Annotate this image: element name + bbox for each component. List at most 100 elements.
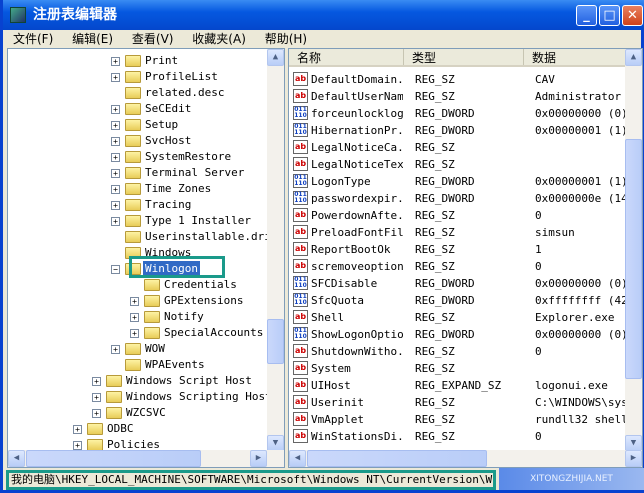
value-row[interactable]: 011110HibernationPr... REG_DWORD 0x0000000… — [289, 122, 627, 139]
collapse-icon[interactable]: − — [111, 265, 120, 274]
tree-node[interactable]: + Print — [8, 53, 268, 69]
value-data: C:\WINDOWS\system32\userinit.exe, — [535, 396, 627, 409]
value-type: REG_EXPAND_SZ — [415, 379, 502, 392]
menu-view[interactable]: 查看(V) — [132, 32, 174, 46]
scroll-left-arrow-icon[interactable]: ◀ — [8, 450, 25, 467]
value-row[interactable]: abPowerdownAfte... REG_SZ 0 — [289, 207, 627, 224]
value-row[interactable]: abWinStationsDi... REG_SZ 0 — [289, 428, 627, 445]
value-name: LegalNoticeText — [311, 158, 403, 171]
expand-icon[interactable]: + — [111, 121, 120, 130]
tree-node[interactable]: + Time Zones — [8, 181, 268, 197]
list-horizontal-scrollbar[interactable]: ◀ ▶ — [289, 450, 642, 467]
value-row[interactable]: ab DefaultUserName REG_SZ Administrator — [289, 88, 627, 105]
column-name-header[interactable]: 名称 — [289, 49, 404, 65]
expand-icon[interactable]: + — [111, 137, 120, 146]
tree-node[interactable]: + GPExtensions — [8, 293, 268, 309]
close-button[interactable]: ✕ — [622, 5, 643, 26]
value-row[interactable]: ab Shell REG_SZ Explorer.exe — [289, 309, 627, 326]
expand-icon[interactable]: + — [92, 409, 101, 418]
expand-icon[interactable]: + — [111, 217, 120, 226]
menu-file[interactable]: 文件(F) — [13, 32, 53, 46]
value-row[interactable]: 011110ShowLogonOptions REG_DWORD 0x0000000… — [289, 326, 627, 343]
scroll-thumb[interactable] — [267, 319, 284, 364]
value-row[interactable]: abDefaultDomain... REG_SZ CAV — [289, 71, 627, 88]
minimize-button[interactable]: _ — [576, 5, 597, 26]
tree-node[interactable]: + Windows Script Host — [8, 373, 268, 389]
scroll-up-arrow-icon[interactable]: ▲ — [267, 49, 284, 66]
value-name: WinStationsDi... — [311, 430, 403, 443]
expand-icon[interactable]: + — [111, 201, 120, 210]
value-row[interactable]: ab LegalNoticeText REG_SZ — [289, 156, 627, 173]
tree-node[interactable]: + Windows Scripting Host — [8, 389, 272, 405]
value-row[interactable]: abUserinit REG_SZ C:\WINDOWS\system32\user… — [289, 394, 627, 411]
regedit-icon — [10, 7, 26, 23]
value-row[interactable]: abVmApplet REG_SZ rundll32 shell32,Control… — [289, 411, 627, 428]
expand-icon[interactable]: + — [111, 57, 120, 66]
tree-node[interactable]: + SystemRestore — [8, 149, 268, 165]
value-row[interactable]: ab PreloadFontFile REG_SZ simsun — [289, 224, 627, 241]
scroll-thumb[interactable] — [26, 450, 201, 467]
tree-node[interactable]: related.desc — [8, 85, 268, 101]
tree-node-label: Terminal Server — [145, 166, 245, 179]
value-row[interactable]: ab UIHost REG_EXPAND_SZ logonui.exe — [289, 377, 627, 394]
tree-node[interactable]: + WOW — [8, 341, 268, 357]
tree-node[interactable]: Credentials — [8, 277, 268, 293]
value-row[interactable]: 011110forceunlocklogon REG_DWORD 0x0000000… — [289, 105, 627, 122]
tree-node[interactable]: + ProfileList — [8, 69, 268, 85]
value-row[interactable]: ab ReportBootOk REG_SZ 1 — [289, 241, 627, 258]
expand-icon[interactable]: + — [130, 297, 139, 306]
expand-icon[interactable]: + — [111, 105, 120, 114]
expand-icon[interactable]: + — [111, 169, 120, 178]
folder-icon — [144, 327, 160, 339]
value-row[interactable]: ab System REG_SZ — [289, 360, 627, 377]
menu-favorites[interactable]: 收藏夹(A) — [192, 32, 246, 46]
expand-icon[interactable]: + — [92, 377, 101, 386]
tree-horizontal-scrollbar[interactable]: ◀ ▶ — [8, 450, 284, 467]
scroll-right-arrow-icon[interactable]: ▶ — [625, 450, 642, 467]
folder-icon — [125, 71, 141, 83]
string-value-icon: ab — [293, 378, 308, 392]
scroll-right-arrow-icon[interactable]: ▶ — [250, 450, 267, 467]
tree-node[interactable]: + Terminal Server — [8, 165, 268, 181]
expand-icon[interactable]: + — [111, 345, 120, 354]
expand-icon[interactable]: + — [111, 153, 120, 162]
tree-node[interactable]: + SvcHost — [8, 133, 268, 149]
binary-value-icon: 011 110 — [293, 123, 308, 137]
expand-icon[interactable]: + — [73, 441, 82, 450]
menu-edit[interactable]: 编辑(E) — [72, 32, 113, 46]
tree-node[interactable]: + SeCEdit — [8, 101, 268, 117]
value-row[interactable]: 011110SfcQuota REG_DWORD 0xffffffff (42949… — [289, 292, 627, 309]
value-row[interactable]: abShutdownWitho... REG_SZ 0 — [289, 343, 627, 360]
value-row[interactable]: 011 110 LogonType REG_DWORD 0x00000001 (1) — [289, 173, 627, 190]
expand-icon[interactable]: + — [73, 425, 82, 434]
scroll-thumb[interactable] — [307, 450, 487, 467]
value-row[interactable]: ab scremoveoption REG_SZ 0 — [289, 258, 627, 275]
tree-node[interactable]: + SpecialAccounts — [8, 325, 268, 341]
tree-node[interactable]: WPAEvents — [8, 357, 268, 373]
tree-node[interactable]: + Setup — [8, 117, 268, 133]
value-row[interactable]: 011 110 SFCDisable REG_DWORD 0x00000000 (0) — [289, 275, 627, 292]
tree-vertical-scrollbar[interactable]: ▲ ▼ — [267, 49, 284, 452]
tree-node-label: Time Zones — [145, 182, 212, 195]
column-data-header[interactable]: 数据 — [524, 49, 627, 65]
expand-icon[interactable]: + — [111, 185, 120, 194]
menu-help[interactable]: 帮助(H) — [265, 32, 307, 46]
tree-node[interactable]: + Type 1 Installer — [8, 213, 268, 229]
tree-node[interactable]: + WZCSVC — [8, 405, 268, 421]
expand-icon[interactable]: + — [111, 73, 120, 82]
tree-node[interactable]: + Tracing — [8, 197, 268, 213]
expand-icon[interactable]: + — [130, 329, 139, 338]
value-row[interactable]: 011110passwordexpir... REG_DWORD 0x0000000… — [289, 190, 627, 207]
value-row[interactable]: abLegalNoticeCa... REG_SZ — [289, 139, 627, 156]
scroll-left-arrow-icon[interactable]: ◀ — [289, 450, 306, 467]
maximize-button[interactable]: □ — [599, 5, 620, 26]
list-vertical-scrollbar[interactable]: ▲ ▼ — [625, 49, 642, 452]
expand-icon[interactable]: + — [130, 313, 139, 322]
column-type-header[interactable]: 类型 — [404, 49, 524, 65]
scroll-thumb[interactable] — [625, 139, 642, 379]
tree-node[interactable]: + Notify — [8, 309, 268, 325]
tree-node[interactable]: + ODBC — [8, 421, 268, 437]
scroll-up-arrow-icon[interactable]: ▲ — [625, 49, 642, 66]
tree-node[interactable]: Userinstallable.drivers — [8, 229, 284, 245]
expand-icon[interactable]: + — [92, 393, 101, 402]
